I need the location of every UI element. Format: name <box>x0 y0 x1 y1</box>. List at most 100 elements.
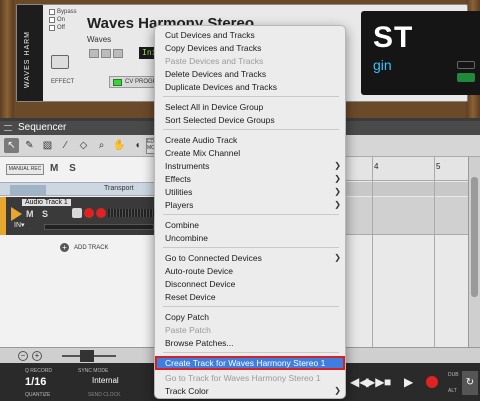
menu-create-track-for-device[interactable]: Create Track for Waves Harmony Stereo 1 <box>155 356 345 370</box>
pencil-tool-icon[interactable]: ✎ <box>22 138 37 153</box>
input-select[interactable]: IN▾ <box>14 221 25 229</box>
audio-track-name[interactable]: Audio Track 1 <box>22 199 71 206</box>
stop-icon[interactable]: ■ <box>384 375 391 389</box>
zoom-slider-knob[interactable] <box>80 350 94 362</box>
play-icon[interactable]: ▶ <box>404 375 413 389</box>
mute-tool-icon[interactable]: ◇ <box>76 138 91 153</box>
add-track-button[interactable]: + ADD TRACK <box>60 243 109 252</box>
menu-go-to-connected-label: Go to Connected Devices <box>165 253 262 263</box>
device-brand-label: WAVES HARM <box>24 31 31 89</box>
display-sub-text: gin <box>373 57 392 73</box>
menu-players-label: Players <box>165 200 194 210</box>
menu-utilities[interactable]: Utilities ❯ <box>165 186 341 198</box>
speaker-tool-icon[interactable]: ◖ <box>130 138 145 153</box>
add-track-label: ADD TRACK <box>74 244 109 251</box>
menu-create-mix-channel[interactable]: Create Mix Channel <box>165 147 341 159</box>
rack-rail-left <box>0 0 14 118</box>
record-button-icon[interactable] <box>426 376 438 388</box>
cv-led-icon <box>113 78 122 86</box>
menu-uncombine[interactable]: Uncombine <box>165 232 341 244</box>
menu-copy-devices[interactable]: Copy Devices and Tracks <box>165 42 341 54</box>
loop-icon[interactable]: ↻ <box>462 371 478 395</box>
menu-reset-device[interactable]: Reset Device <box>165 291 341 303</box>
vertical-scrollbar[interactable] <box>468 157 480 347</box>
monitor-icon[interactable] <box>72 208 82 218</box>
menu-select-all-group[interactable]: Select All in Device Group <box>165 101 341 113</box>
menu-separator <box>163 214 339 215</box>
menu-utilities-label: Utilities <box>165 187 193 197</box>
patch-browse-button[interactable] <box>113 49 123 58</box>
context-menu: Cut Devices and Tracks Copy Devices and … <box>154 25 346 399</box>
menu-combine[interactable]: Combine <box>165 219 341 231</box>
record-enable-icon[interactable] <box>84 208 94 218</box>
off-checkbox[interactable]: Off <box>49 25 65 31</box>
sync-mode-select[interactable]: Internal <box>92 376 119 385</box>
eraser-tool-icon[interactable]: ▧ <box>40 138 55 153</box>
menu-separator <box>163 247 339 248</box>
ruler-bar-5: 5 <box>436 162 441 171</box>
sequencer-title: Sequencer <box>18 122 67 133</box>
record-arm-icon[interactable] <box>96 208 106 218</box>
chevron-right-icon: ❯ <box>334 174 341 183</box>
hand-tool-icon[interactable]: ✋ <box>112 138 127 153</box>
menu-auto-route[interactable]: Auto-route Device <box>165 265 341 277</box>
display-title-text: ST <box>373 21 414 54</box>
menu-separator <box>163 129 339 130</box>
menu-copy-patch[interactable]: Copy Patch <box>165 311 341 323</box>
menu-separator <box>163 352 339 353</box>
chevron-right-icon: ❯ <box>334 386 341 395</box>
audio-track-mute-solo[interactable]: M S <box>26 209 51 219</box>
display-power-led <box>457 73 475 82</box>
menu-create-audio-track[interactable]: Create Audio Track <box>165 134 341 146</box>
sync-mode-label: SYNC MODE <box>78 368 109 374</box>
menu-go-to-connected[interactable]: Go to Connected Devices ❯ <box>165 252 341 264</box>
menu-cut-devices[interactable]: Cut Devices and Tracks <box>165 29 341 41</box>
select-arrow-tool-icon[interactable]: ↖ <box>4 138 19 153</box>
menu-track-color-label: Track Color <box>165 386 209 396</box>
quantize-record-label: Q RECORD <box>25 368 52 374</box>
menu-paste-devices: Paste Devices and Tracks <box>165 56 264 66</box>
on-checkbox[interactable]: On <box>49 17 65 23</box>
menu-effects-label: Effects <box>165 174 191 184</box>
menu-effects[interactable]: Effects ❯ <box>165 173 341 185</box>
fast-forward-icon[interactable]: ▶▶ <box>366 375 384 389</box>
quantize-value[interactable]: 1/16 <box>25 376 46 388</box>
level-meter <box>108 209 156 217</box>
zoom-in-icon[interactable]: + <box>32 351 42 361</box>
menu-go-to-track: Go to Track for Waves Harmony Stereo 1 <box>165 373 321 383</box>
menu-create-track-label: Create Track for Waves Harmony Stereo 1 <box>165 358 326 368</box>
menu-duplicate-devices[interactable]: Duplicate Devices and Tracks <box>165 81 341 93</box>
bypass-checkbox[interactable]: Bypass <box>49 9 77 15</box>
chevron-right-icon: ❯ <box>334 200 341 209</box>
menu-instruments[interactable]: Instruments ❯ <box>165 160 341 172</box>
menu-disconnect-device[interactable]: Disconnect Device <box>165 278 341 290</box>
track-play-icon <box>11 207 22 221</box>
transport-track-label: Transport <box>104 185 134 192</box>
grip-icon[interactable] <box>4 125 12 131</box>
razor-tool-icon[interactable]: ∕ <box>58 138 73 153</box>
send-clock-label: SEND CLOCK <box>88 392 121 398</box>
ruler-bar-4: 4 <box>374 162 379 171</box>
quantize-label: QUANTIZE <box>25 392 51 398</box>
menu-browse-patches[interactable]: Browse Patches... <box>165 337 341 349</box>
track-fader[interactable] <box>44 224 154 230</box>
menu-sort-device-groups[interactable]: Sort Selected Device Groups <box>165 114 341 126</box>
menu-delete-devices[interactable]: Delete Devices and Tracks <box>165 68 341 80</box>
chevron-right-icon: ❯ <box>334 253 341 262</box>
global-mute-solo[interactable]: M S <box>50 163 80 174</box>
zoom-out-icon[interactable]: − <box>18 351 28 361</box>
patch-nav-buttons[interactable] <box>89 49 123 58</box>
transport-track-header[interactable]: Transport <box>0 182 160 196</box>
dub-button[interactable]: DUB <box>448 372 459 378</box>
bar-gridline <box>372 157 373 347</box>
alt-button[interactable]: ALT <box>448 388 457 394</box>
menu-track-color[interactable]: Track Color ❯ <box>165 385 341 397</box>
patch-next-button[interactable] <box>101 49 111 58</box>
manual-rec-button[interactable]: MANUAL REC <box>6 164 44 175</box>
patch-prev-button[interactable] <box>89 49 99 58</box>
menu-players[interactable]: Players ❯ <box>165 199 341 211</box>
bar-gridline <box>434 157 435 347</box>
audio-track-header[interactable]: Audio Track 1 M S IN▾ <box>0 197 160 235</box>
scrollbar-thumb[interactable] <box>471 177 478 297</box>
magnify-tool-icon[interactable]: ⌕ <box>94 138 109 153</box>
